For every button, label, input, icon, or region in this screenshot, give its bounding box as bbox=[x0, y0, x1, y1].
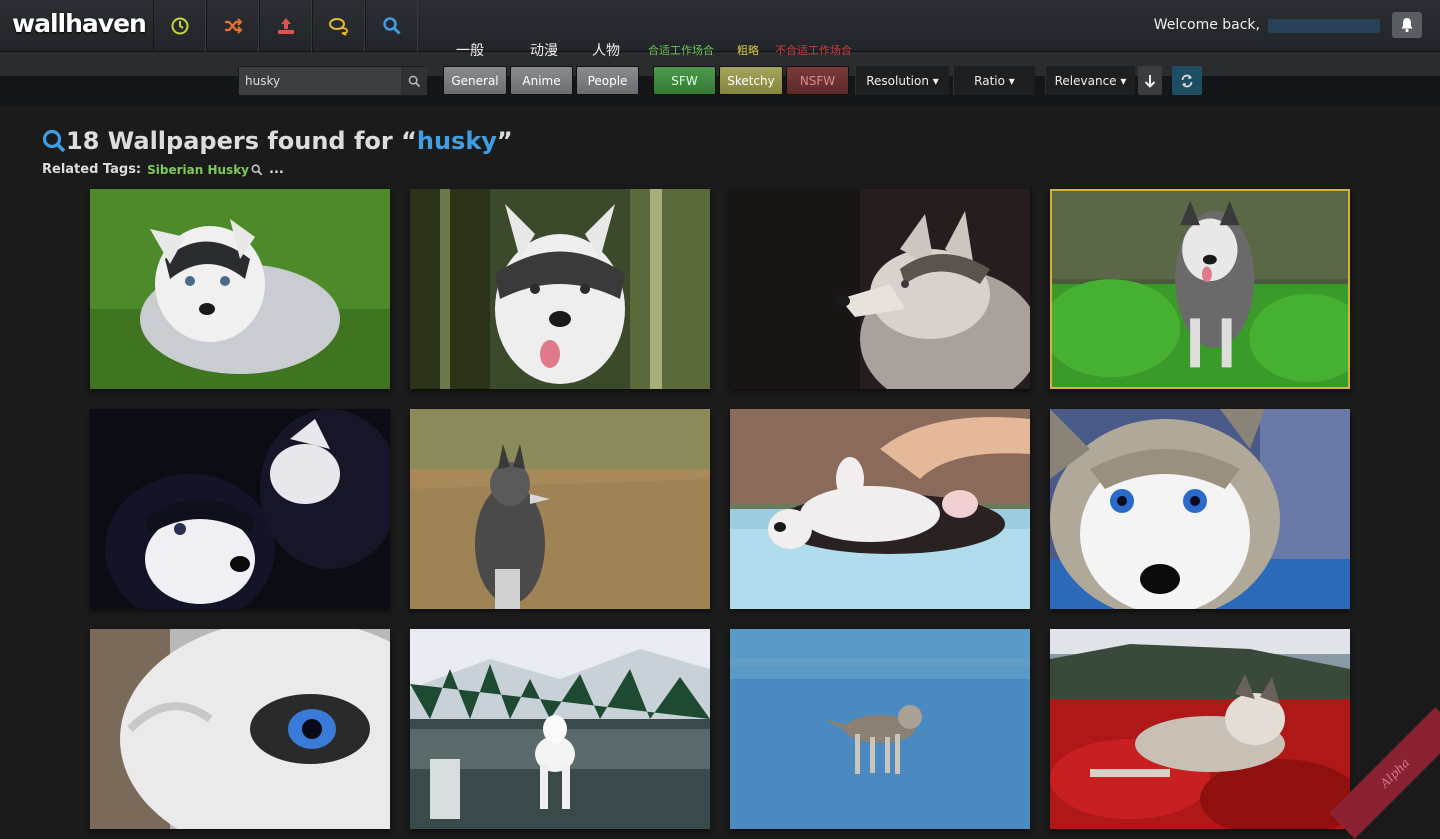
upload-icon bbox=[276, 16, 296, 36]
latest-button[interactable] bbox=[153, 0, 206, 52]
sketchy-toggle[interactable]: Sketchy bbox=[719, 66, 783, 95]
white-husky-lake-image bbox=[410, 629, 710, 829]
username-link[interactable] bbox=[1268, 19, 1380, 33]
refresh-icon bbox=[1180, 74, 1194, 88]
search-icon bbox=[42, 129, 66, 153]
wallpaper-thumbnail[interactable] bbox=[730, 629, 1030, 829]
general-toggle[interactable]: General bbox=[443, 66, 507, 95]
wallpaper-thumbnail[interactable] bbox=[1050, 409, 1350, 609]
sketchy-annotation: 粗略 bbox=[737, 42, 759, 58]
bell-icon bbox=[1399, 17, 1415, 33]
husky-puppy-grass-image bbox=[90, 189, 390, 389]
people-annotation: 人物 bbox=[592, 40, 620, 60]
more-tags[interactable]: ... bbox=[269, 162, 284, 177]
upload-button[interactable] bbox=[259, 0, 312, 52]
search-icon bbox=[382, 16, 402, 36]
wallpaper-thumbnail[interactable] bbox=[90, 629, 390, 829]
husky-shallow-water-image bbox=[730, 629, 1030, 829]
forums-button[interactable] bbox=[312, 0, 365, 52]
search-field bbox=[238, 66, 426, 96]
wallpaper-thumbnail[interactable] bbox=[1050, 629, 1350, 829]
related-tags-label: Related Tags: bbox=[42, 162, 141, 177]
husky-forest-image bbox=[410, 189, 710, 389]
main-nav bbox=[153, 0, 418, 52]
wallpaper-thumbnail[interactable] bbox=[410, 409, 710, 609]
sfw-toggle[interactable]: SFW bbox=[653, 66, 716, 95]
husky-standing-plants-image bbox=[1052, 191, 1348, 387]
husky-profile-dark-image bbox=[730, 189, 1030, 389]
top-bar: wallhaven Welcome back, bbox=[0, 0, 1440, 52]
sfw-annotation: 合适工作场合 bbox=[648, 42, 714, 58]
related-tag-link[interactable]: Siberian Husky bbox=[147, 163, 249, 177]
notifications-button[interactable] bbox=[1392, 12, 1422, 38]
search-input[interactable] bbox=[239, 67, 399, 95]
wallpaper-thumbnail-selected[interactable] bbox=[1050, 189, 1350, 389]
anime-annotation: 动漫 bbox=[530, 40, 558, 60]
husky-puppy-belly-image bbox=[730, 409, 1030, 609]
results-count: 18 Wallpapers found for “ bbox=[66, 127, 417, 155]
wallpaper-thumbnail[interactable] bbox=[410, 189, 710, 389]
wallpaper-thumbnail[interactable] bbox=[730, 409, 1030, 609]
random-icon bbox=[223, 16, 243, 36]
results-heading: 18 Wallpapers found for “husky” bbox=[42, 127, 513, 155]
husky-red-field-image bbox=[1050, 629, 1350, 829]
results-query[interactable]: husky bbox=[417, 127, 497, 155]
logo[interactable]: wallhaven bbox=[12, 9, 146, 38]
ratio-dropdown[interactable]: Ratio ▾ bbox=[953, 66, 1035, 95]
resolution-dropdown[interactable]: Resolution ▾ bbox=[855, 66, 949, 95]
search-icon[interactable] bbox=[251, 164, 263, 176]
wallpaper-thumbnail[interactable] bbox=[90, 189, 390, 389]
forums-icon bbox=[329, 16, 349, 36]
close-quote: ” bbox=[497, 127, 513, 155]
anime-toggle[interactable]: Anime bbox=[510, 66, 573, 95]
wallpaper-thumbnail[interactable] bbox=[410, 629, 710, 829]
nsfw-toggle[interactable]: NSFW bbox=[786, 66, 849, 95]
husky-eye-closeup-image bbox=[90, 629, 390, 829]
husky-dry-grass-image bbox=[410, 409, 710, 609]
related-tags: Related Tags: Siberian Husky ... bbox=[42, 162, 284, 177]
arrow-down-icon bbox=[1144, 74, 1156, 88]
nsfw-annotation: 不合适工作场合 bbox=[775, 42, 852, 58]
search-nav-button[interactable] bbox=[365, 0, 418, 52]
refresh-button[interactable] bbox=[1172, 66, 1202, 95]
search-submit-button[interactable] bbox=[401, 67, 427, 95]
latest-icon bbox=[170, 16, 190, 36]
people-toggle[interactable]: People bbox=[576, 66, 639, 95]
husky-blue-eyes-closeup-image bbox=[1050, 409, 1350, 609]
sorting-dropdown[interactable]: Relevance ▾ bbox=[1045, 66, 1135, 95]
random-button[interactable] bbox=[206, 0, 259, 52]
welcome-text: Welcome back, bbox=[1154, 17, 1260, 33]
sort-order-button[interactable] bbox=[1138, 66, 1162, 95]
wallpaper-thumbnail[interactable] bbox=[90, 409, 390, 609]
two-husky-puppies-image bbox=[90, 409, 390, 609]
general-annotation: 一般 bbox=[456, 40, 484, 60]
search-icon bbox=[408, 75, 421, 88]
wallpaper-thumbnail[interactable] bbox=[730, 189, 1030, 389]
